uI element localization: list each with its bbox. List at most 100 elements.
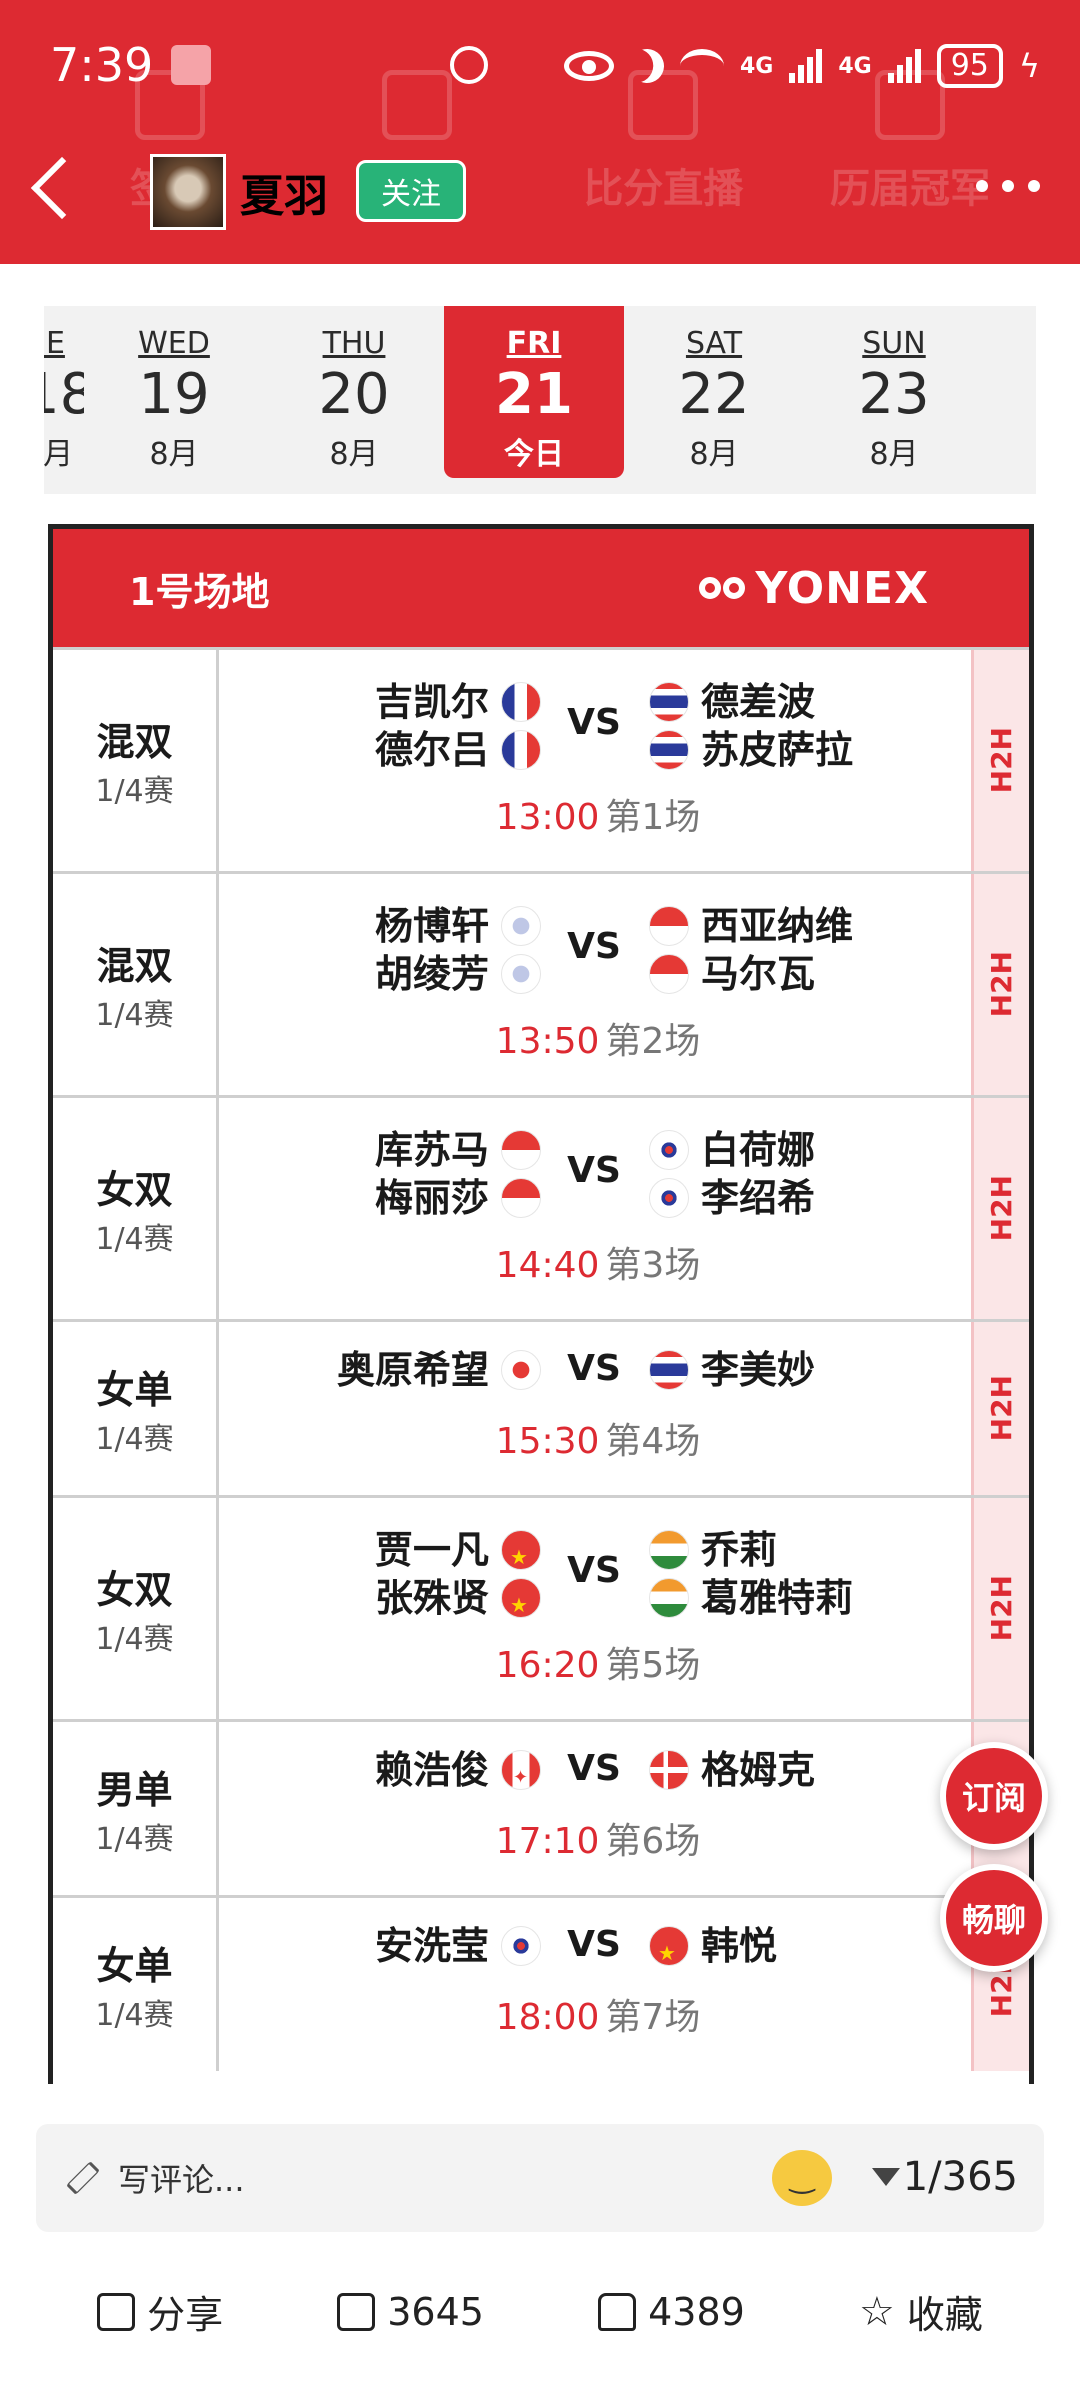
player-name[interactable]: 杨博轩: [375, 902, 541, 950]
player-name[interactable]: 安洗莹: [375, 1922, 541, 1970]
subscribe-button[interactable]: 订阅: [940, 1742, 1048, 1850]
vs-label: VS: [567, 1748, 621, 1789]
match-detail: 杨博轩 胡绫芳 VS 西亚纳维 马尔瓦 13:50 第2场: [219, 874, 971, 1095]
h2h-button[interactable]: H2H: [971, 874, 1029, 1095]
player-name[interactable]: 奥原希望: [337, 1346, 541, 1394]
player-name[interactable]: 赖浩俊: [375, 1746, 541, 1802]
match-row[interactable]: 女双 1/4赛 库苏马 梅丽莎 VS 白荷娜 李绍希 14:40 第3场 H2H: [53, 1095, 1029, 1319]
start-time: 14:40: [495, 1245, 600, 1286]
match-number: 第2场: [605, 1021, 701, 1062]
home-side: 赖浩俊: [375, 1746, 541, 1802]
flag-icon: [501, 1750, 541, 1802]
player-name[interactable]: 德尔吕: [375, 726, 541, 774]
player-name[interactable]: 马尔瓦: [649, 950, 853, 998]
player-name[interactable]: 格姆克: [649, 1746, 815, 1794]
more-icon[interactable]: [976, 180, 1040, 192]
match-detail: 奥原希望 VS 李美妙 15:30 第4场: [219, 1322, 971, 1495]
event-round: 1/4赛: [95, 1422, 174, 1457]
comment-input[interactable]: 写评论... 1/365: [36, 2124, 1044, 2232]
bottom-bar: 写评论... 1/365 分享 3645 4389 ☆收藏: [0, 2088, 1080, 2388]
event-round: 1/4赛: [95, 1822, 174, 1857]
network-type-1: 4G: [739, 53, 774, 79]
date-item[interactable]: WED 19 8月: [84, 306, 264, 494]
player-name[interactable]: 韩悦: [649, 1922, 777, 1977]
comments-button[interactable]: 3645: [337, 2284, 484, 2339]
player-name[interactable]: 胡绫芳: [375, 950, 541, 998]
like-button[interactable]: 4389: [598, 2284, 745, 2339]
player-name[interactable]: 苏皮萨拉: [649, 726, 853, 774]
match-row[interactable]: 混双 1/4赛 吉凯尔 德尔吕 VS 德差波 苏皮萨拉 13:00 第1场 H2H: [53, 647, 1029, 871]
player-name[interactable]: 德差波: [649, 678, 853, 726]
match-detail: 安洗莹 VS 韩悦 18:00第7场: [219, 1898, 971, 2071]
player-name[interactable]: 梅丽莎: [375, 1174, 541, 1222]
follow-button[interactable]: 关注: [356, 160, 466, 222]
emoji-icon[interactable]: [772, 2150, 832, 2206]
player-name[interactable]: 李美妙: [649, 1346, 815, 1394]
event-round: 1/4赛: [95, 998, 174, 1033]
date-item[interactable]: SAT 22 8月: [624, 306, 804, 494]
sponsor-logo: YONEX: [699, 563, 929, 614]
player-name[interactable]: 库苏马: [375, 1126, 541, 1174]
date-item[interactable]: THU 20 8月: [264, 306, 444, 494]
player-name[interactable]: 张殊贤: [375, 1574, 541, 1629]
eye-comfort-icon: [563, 51, 614, 81]
match-category: 女单 1/4赛: [53, 1322, 219, 1495]
date-item[interactable]: UE 18 8月: [44, 306, 84, 494]
home-side: 吉凯尔 德尔吕: [375, 678, 541, 774]
player-name[interactable]: 葛雅特莉: [649, 1574, 853, 1622]
match-category: 女双 1/4赛: [53, 1098, 219, 1319]
share-button[interactable]: 分享: [97, 2284, 223, 2339]
player-name[interactable]: 贾一凡: [375, 1526, 541, 1581]
event-round: 1/4赛: [95, 1622, 174, 1657]
star-icon: ☆: [859, 2288, 895, 2335]
player-name[interactable]: 吉凯尔: [375, 678, 541, 726]
flag-icon: [649, 1350, 689, 1390]
flag-icon: [501, 1578, 541, 1629]
player-name[interactable]: 西亚纳维: [649, 902, 853, 950]
away-side: 乔莉 葛雅特莉: [649, 1526, 853, 1622]
match-row[interactable]: 女单 1/4赛 奥原希望 VS 李美妙 15:30 第4场 H2H: [53, 1319, 1029, 1495]
page-indicator[interactable]: 1/365: [903, 2154, 1018, 2200]
date-item[interactable]: SUN 23 8月: [804, 306, 984, 494]
player-name[interactable]: 白荷娜: [649, 1126, 815, 1174]
match-row[interactable]: 女双 1/4赛贾一凡张殊贤VS乔莉葛雅特莉16:20第5场H2H: [53, 1495, 1029, 1719]
match-time: 14:40 第3场: [219, 1236, 971, 1288]
chat-button[interactable]: 畅聊: [940, 1864, 1048, 1972]
flag-icon: [649, 682, 689, 722]
dropdown-triangle-icon[interactable]: [872, 2168, 900, 2186]
flag-icon: [501, 1530, 541, 1581]
share-icon: [97, 2292, 136, 2331]
player-name[interactable]: 乔莉: [649, 1526, 853, 1574]
h2h-button[interactable]: H2H: [971, 650, 1029, 871]
date-item-selected[interactable]: FRI 21 今日: [444, 306, 624, 478]
h2h-button[interactable]: H2H: [971, 1322, 1029, 1495]
match-row[interactable]: 女单 1/4赛安洗莹VS韩悦18:00第7场H2H: [53, 1895, 1029, 2071]
signal-icon: [789, 49, 823, 83]
home-side: 贾一凡张殊贤: [375, 1526, 541, 1629]
match-row[interactable]: 男单 1/4赛 赖浩俊 VS 格姆克 17:10第6场: [53, 1719, 1029, 1895]
back-arrow-icon[interactable]: [30, 156, 94, 220]
match-number: 第7场: [605, 1997, 701, 2038]
yonex-mark-icon: [699, 577, 746, 599]
match-row[interactable]: 混双 1/4赛 杨博轩 胡绫芳 VS 西亚纳维 马尔瓦 13:50 第2场 H2H: [53, 871, 1029, 1095]
vs-label: VS: [567, 1150, 621, 1191]
match-time: 17:10 第6场: [219, 1812, 971, 1864]
h2h-button[interactable]: H2H: [971, 1498, 1029, 1719]
avatar[interactable]: [150, 154, 226, 230]
match-detail: 库苏马 梅丽莎 VS 白荷娜 李绍希 14:40 第3场: [219, 1098, 971, 1319]
data-saver-icon: [450, 46, 488, 84]
player-name[interactable]: 李绍希: [649, 1174, 815, 1222]
match-category: 男单 1/4赛: [53, 1722, 219, 1895]
h2h-button[interactable]: H2H: [971, 1098, 1029, 1319]
thumbs-up-icon: [598, 2292, 637, 2331]
username[interactable]: 夏羽: [240, 160, 328, 224]
match-detail: 吉凯尔 德尔吕 VS 德差波 苏皮萨拉 13:00 第1场: [219, 650, 971, 871]
wifi-icon: [679, 49, 724, 83]
flag-icon: [649, 1578, 689, 1618]
favorite-button[interactable]: ☆ 收藏: [859, 2284, 983, 2339]
match-number: 第4场: [605, 1421, 701, 1462]
court-title: 1号场地: [129, 569, 270, 614]
schedule-table: 1号场地 YONEX 混双 1/4赛 吉凯尔 德尔吕 VS 德差波 苏皮萨拉 13:00 第1…: [48, 524, 1034, 2084]
away-side: 西亚纳维 马尔瓦: [649, 902, 853, 998]
start-time: 13:00: [495, 797, 600, 838]
